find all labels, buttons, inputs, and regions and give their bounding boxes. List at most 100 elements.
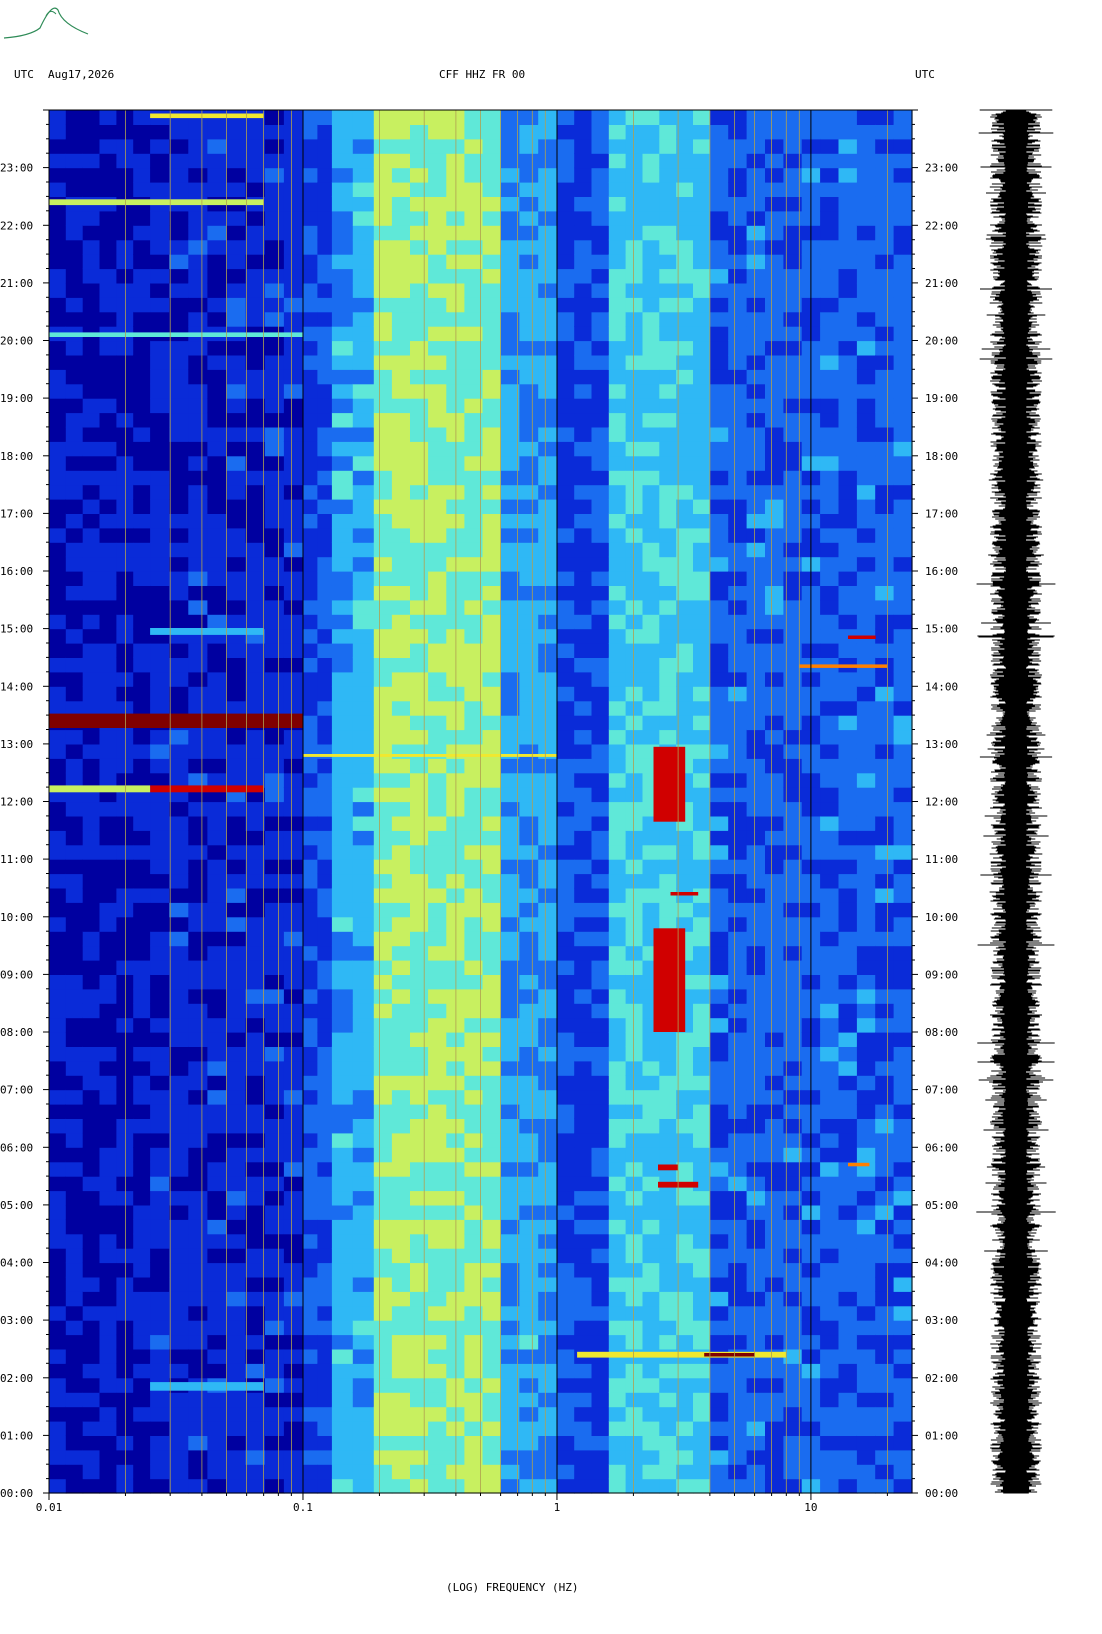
spectrogram-cell (226, 945, 247, 961)
spectrogram-cell (838, 1276, 858, 1292)
spectrogram-cell (352, 138, 375, 154)
spectrogram-cell (693, 657, 711, 673)
spectrogram-cell (875, 354, 895, 370)
spectrogram-cell (482, 960, 502, 975)
spectrogram-cell (410, 1176, 429, 1192)
spectrogram-cell (245, 700, 266, 716)
spectrogram-cell (574, 1118, 593, 1134)
spectrogram-cell (391, 1219, 411, 1235)
spectrogram-cell (538, 340, 558, 356)
spectrogram-cell (49, 1478, 67, 1494)
spectrogram-cell (856, 1421, 876, 1436)
spectrogram-cell (150, 225, 170, 241)
spectrogram-cell (625, 354, 643, 370)
spectrogram-cell (557, 657, 575, 673)
spectrogram-cell (410, 715, 429, 731)
spectrogram-cell (391, 110, 411, 125)
spectrogram-cell (482, 542, 502, 558)
spectrogram-cell (331, 1248, 354, 1264)
spectrogram-cell (188, 1147, 208, 1163)
y-tick-label-left: 05:00 (0, 1199, 33, 1212)
spectrogram-cell (188, 1017, 208, 1033)
spectrogram-cell (659, 599, 677, 615)
spectrogram-cell (428, 1060, 447, 1076)
spectrogram-cell (82, 815, 101, 831)
spectrogram-cell (591, 1478, 610, 1494)
spectrogram-cell (303, 1421, 319, 1436)
spectrogram-cell (133, 902, 151, 918)
spectrogram-cell (207, 499, 228, 514)
spectrogram-cell (709, 743, 729, 759)
spectrogram-cell (150, 988, 170, 1004)
spectrogram-cell (391, 1262, 411, 1278)
spectrogram-cell (207, 369, 228, 385)
spectrogram-cell (482, 873, 502, 889)
spectrogram-cell (838, 772, 858, 788)
spectrogram-cell (331, 916, 354, 932)
spectrogram-cell (391, 282, 411, 298)
spectrogram-cell (765, 210, 784, 226)
spectrogram-cell (838, 1075, 858, 1091)
spectrogram-cell (574, 1276, 593, 1292)
spectrogram-cell (856, 1248, 876, 1264)
spectrogram-cell (207, 210, 228, 226)
spectrogram-cell (557, 124, 575, 140)
spectrogram-cell (264, 527, 285, 543)
spectrogram-cell (500, 1204, 520, 1220)
spectrogram-cell (608, 772, 627, 788)
spectrogram-event (799, 664, 888, 668)
spectrogram-cell (608, 268, 627, 284)
spectrogram-cell (169, 138, 189, 154)
spectrogram-cell (591, 182, 610, 197)
spectrogram-cell (303, 887, 319, 903)
spectrogram-cell (538, 383, 558, 399)
spectrogram-cell (893, 1233, 913, 1249)
spectrogram-cell (693, 1147, 711, 1163)
spectrogram-cell (65, 426, 84, 442)
spectrogram-cell (245, 571, 266, 586)
spectrogram-cell (519, 225, 539, 241)
spectrogram-cell (608, 1204, 627, 1220)
spectrogram-cell (519, 988, 539, 1004)
spectrogram-cell (557, 686, 575, 702)
spectrogram-cell (608, 513, 627, 529)
spectrogram-cell (659, 1377, 677, 1393)
spectrogram-cell (65, 1276, 84, 1292)
spectrogram-cell (765, 1104, 784, 1119)
spectrogram-cell (500, 1104, 520, 1119)
spectrogram-cell (746, 455, 766, 471)
spectrogram-cell (49, 614, 67, 630)
spectrogram-cell (856, 470, 876, 486)
spectrogram-cell (856, 887, 876, 903)
spectrogram-cell (207, 931, 228, 947)
spectrogram-cell (303, 1046, 319, 1062)
spectrogram-cell (283, 902, 304, 918)
spectrogram-cell (303, 945, 319, 961)
spectrogram-cell (500, 441, 520, 457)
spectrogram-cell (49, 743, 67, 759)
spectrogram-cell (608, 1262, 627, 1278)
spectrogram-cell (373, 1377, 393, 1393)
spectrogram-cell (391, 1305, 411, 1321)
spectrogram-cell (169, 945, 189, 961)
spectrogram-cell (820, 138, 840, 154)
spectrogram-cell (352, 470, 375, 486)
spectrogram-cell (557, 1406, 575, 1422)
spectrogram-cell (500, 1147, 520, 1163)
spectrogram-cell (82, 1233, 101, 1249)
spectrogram-cell (188, 1003, 208, 1019)
spectrogram-cell (642, 628, 660, 644)
spectrogram-cell (226, 1104, 247, 1119)
spectrogram-cell (226, 974, 247, 990)
spectrogram-cell (765, 1406, 784, 1422)
spectrogram-cell (519, 542, 539, 558)
spectrogram-cell (133, 643, 151, 658)
spectrogram-cell (207, 311, 228, 327)
spectrogram-cell (391, 383, 411, 399)
spectrogram-cell (642, 455, 660, 471)
spectrogram-cell (331, 1176, 354, 1192)
spectrogram-cell (133, 369, 151, 385)
spectrogram-cell (693, 916, 711, 932)
spectrogram-cell (500, 1421, 520, 1436)
spectrogram-cell (608, 729, 627, 745)
